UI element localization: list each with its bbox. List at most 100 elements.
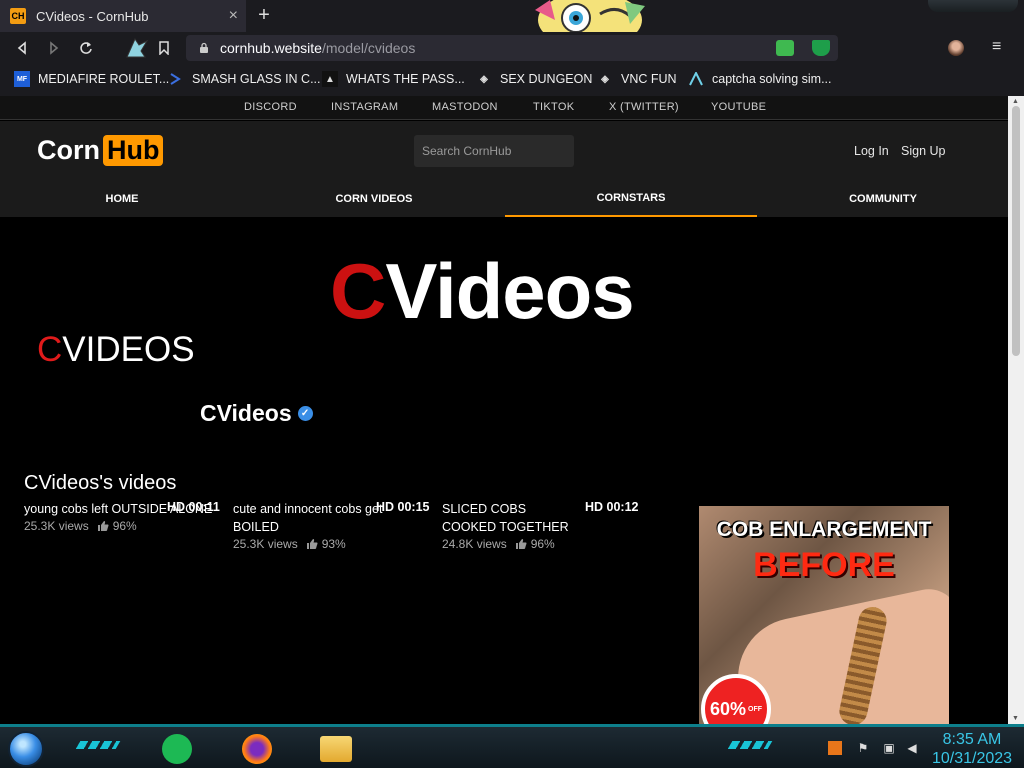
video-meta: 24.8K views 96% (442, 537, 582, 551)
browser-tab[interactable]: CH CVideos - CornHub × (0, 0, 246, 32)
clock-time: 8:35 AM (942, 731, 1002, 748)
bookmark-item[interactable]: ◈ VNC FUN (597, 71, 677, 87)
nav-community[interactable]: COMMUNITY (758, 181, 1008, 217)
start-button[interactable] (8, 731, 44, 767)
profile-avatar[interactable] (948, 40, 964, 56)
scroll-thumb[interactable] (1012, 106, 1020, 356)
bookmark-item[interactable]: ▲ WHATS THE PASS... (322, 71, 465, 87)
video-meta: 25.3K views 93% (233, 537, 429, 551)
video-rating: 96% (112, 519, 137, 533)
url-text: cornhub.website/model/cvideos (220, 40, 415, 56)
video-views: 24.8K views (442, 537, 507, 551)
scroll-down-icon[interactable]: ▼ (1012, 715, 1019, 722)
logo-first-letter: C (37, 330, 63, 369)
shield-icon[interactable] (812, 40, 830, 56)
video-meta: 25.3K views 96% (24, 519, 220, 533)
file-explorer-icon[interactable] (320, 736, 352, 762)
menu-icon[interactable]: ≡ (992, 38, 1001, 56)
verified-check-icon: ✓ (297, 406, 313, 421)
bookmark-label: MEDIAFIRE ROULET... (38, 72, 170, 86)
video-title[interactable]: SLICED COBS COOKED TOGETHER (442, 500, 582, 536)
extension-green-icon[interactable] (776, 40, 794, 56)
new-tab-button[interactable]: + (252, 3, 276, 27)
video-views: 25.3K views (233, 537, 298, 551)
video-duration: HD 00:11 (167, 500, 220, 514)
chevron-icon (168, 71, 184, 87)
site-logo[interactable]: Corn Hub (37, 135, 164, 166)
search-input[interactable] (414, 135, 574, 167)
video-views: 25.3K views (24, 519, 89, 533)
signup-link[interactable]: Sign Up (901, 144, 945, 158)
lock-icon (200, 42, 208, 53)
bookmark-item[interactable]: MF MEDIAFIRE ROULET... (14, 71, 169, 87)
video-rating: 93% (321, 537, 346, 551)
url-host: cornhub.website (220, 40, 322, 56)
social-link-discord[interactable]: DISCORD (244, 101, 297, 113)
cube-icon: ◈ (601, 73, 609, 85)
logo-text-corn: Corn (37, 135, 100, 165)
browser-nav-bar: cornhub.website/model/cvideos ≡ (0, 32, 1024, 64)
social-link-youtube[interactable]: YOUTUBE (711, 101, 766, 113)
reload-icon[interactable] (76, 38, 96, 58)
cube-icon: ◈ (480, 73, 488, 85)
tab-close-icon[interactable]: × (229, 7, 238, 25)
videos-heading: CVideos's videos (24, 472, 177, 494)
logo-rest: VIDEOS (62, 330, 195, 369)
video-card[interactable]: SLICED COBS COOKED TOGETHER 24.8K views … (442, 500, 582, 551)
logo-text-hub: Hub (103, 135, 164, 166)
ad-badge-text: 60% (709, 698, 747, 719)
mediafire-icon: MF (14, 71, 30, 87)
extension-dragon-icon[interactable] (122, 34, 150, 62)
taskbar-clock[interactable]: 8:35 AM 10/31/2023 (928, 730, 1016, 768)
network-icon[interactable]: ▣ (882, 741, 896, 755)
address-bar[interactable]: cornhub.website/model/cvideos (186, 35, 838, 61)
forward-icon[interactable] (44, 38, 64, 58)
video-duration: HD 00:15 (376, 500, 430, 514)
video-duration: HD 00:12 (585, 500, 639, 514)
site-header: Corn Hub Log In Sign Up HOME CORN VIDEOS… (0, 121, 1008, 217)
ad-subheadline: BEFORE (753, 546, 895, 584)
clock-date: 10/31/2023 (931, 750, 1013, 767)
login-link[interactable]: Log In (854, 144, 889, 158)
social-link-instagram[interactable]: INSTAGRAM (331, 101, 398, 113)
bookmark-label: captcha solving sim... (712, 72, 832, 86)
social-link-twitter[interactable]: X (TWITTER) (609, 101, 679, 113)
window-controls[interactable] (928, 0, 1018, 12)
bookmark-label: SEX DUNGEON (500, 72, 593, 86)
spotify-icon[interactable] (162, 734, 192, 764)
back-icon[interactable] (12, 38, 32, 58)
caret-up-icon (688, 71, 704, 87)
bookmark-item[interactable]: ◈ SEX DUNGEON (476, 71, 592, 87)
taskbar-decoration (727, 741, 773, 749)
bookmark-label: VNC FUN (621, 72, 677, 86)
social-links-bar: DISCORD INSTAGRAM MASTODON TIKTOK X (TWI… (0, 96, 1008, 120)
bookmark-item[interactable]: captcha solving sim... (688, 71, 832, 87)
page-scrollbar[interactable]: ▲ ▼ (1008, 96, 1024, 724)
social-link-mastodon[interactable]: MASTODON (432, 101, 498, 113)
bookmark-item[interactable]: SMASH GLASS IN C... (168, 71, 321, 87)
thumbs-up-icon (97, 521, 109, 531)
bookmark-label: WHATS THE PASS... (346, 72, 465, 86)
scroll-up-icon[interactable]: ▲ (1012, 98, 1019, 105)
video-rating: 96% (530, 537, 555, 551)
ad-badge-sub: OFF (748, 705, 763, 713)
taskbar-decoration (75, 741, 121, 749)
social-link-tiktok[interactable]: TIKTOK (533, 101, 574, 113)
site-favicon-icon: CH (10, 8, 26, 24)
advertisement-banner[interactable]: COB ENLARGEMENT BEFORE 60% OFF (699, 506, 949, 724)
mask-icon: ▲ (322, 71, 338, 87)
url-path: /model/cvideos (321, 40, 416, 56)
profile-banner: CVideos (330, 246, 635, 337)
bookmarks-bar: MF MEDIAFIRE ROULET... SMASH GLASS IN C.… (0, 64, 1024, 96)
bookmark-icon[interactable] (154, 38, 174, 58)
nav-home[interactable]: HOME (0, 181, 244, 217)
volume-icon[interactable]: ◀ (905, 741, 919, 755)
flag-icon[interactable]: ⚑ (856, 741, 870, 755)
nav-cornstars[interactable]: CORNSTARS (505, 181, 757, 217)
tray-app-icon[interactable] (828, 741, 842, 755)
nav-corn-videos[interactable]: CORN VIDEOS (248, 181, 500, 217)
os-taskbar: ⚑ ▣ ◀ 8:35 AM 10/31/2023 (0, 724, 1024, 768)
firefox-icon[interactable] (242, 734, 272, 764)
profile-logo: CVIDEOS (37, 330, 195, 370)
banner-first-letter: C (330, 247, 386, 335)
